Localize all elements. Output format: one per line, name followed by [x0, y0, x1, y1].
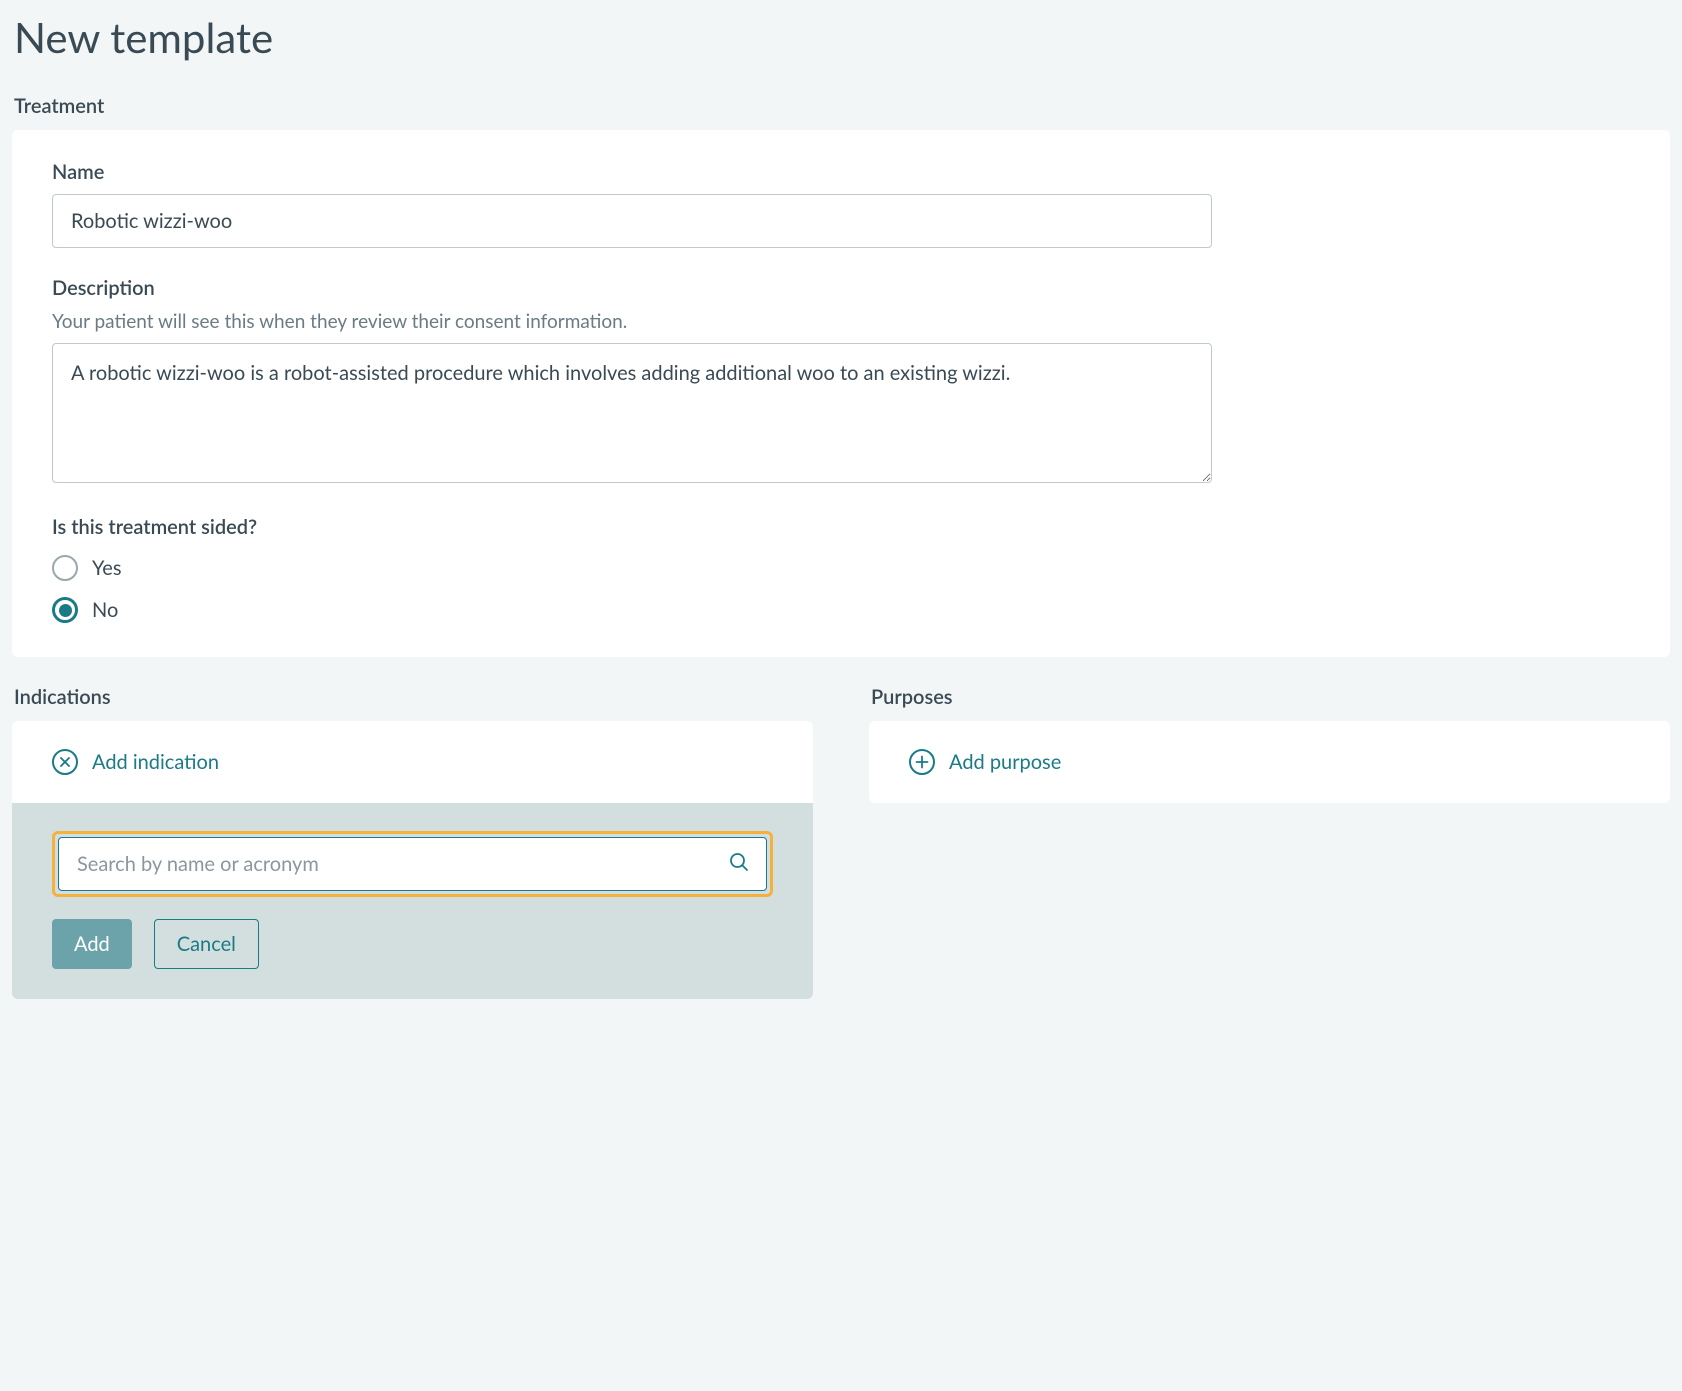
add-indication-link[interactable]: Add indication [52, 749, 219, 775]
sided-radio-no[interactable]: No [52, 597, 1630, 623]
name-label: Name [52, 160, 1630, 184]
purposes-column: Purposes Add purpose [869, 685, 1670, 803]
name-input[interactable] [52, 194, 1212, 248]
indications-section-label: Indications [14, 685, 813, 709]
add-indication-label: Add indication [92, 750, 219, 774]
cancel-button[interactable]: Cancel [154, 919, 259, 969]
description-field-group: Description Your patient will see this w… [52, 276, 1630, 487]
radio-label-yes: Yes [92, 556, 122, 580]
name-field-group: Name [52, 160, 1630, 248]
radio-label-no: No [92, 598, 118, 622]
indication-search-input[interactable] [59, 838, 766, 890]
add-button[interactable]: Add [52, 919, 132, 969]
purposes-section-label: Purposes [871, 685, 1670, 709]
description-textarea[interactable] [52, 343, 1212, 483]
treatment-card: Name Description Your patient will see t… [12, 130, 1670, 657]
sided-label: Is this treatment sided? [52, 515, 1630, 539]
add-purpose-link[interactable]: Add purpose [909, 749, 1061, 775]
add-purpose-label: Add purpose [949, 750, 1061, 774]
sided-radio-yes[interactable]: Yes [52, 555, 1630, 581]
description-label: Description [52, 276, 1630, 300]
radio-icon [52, 597, 78, 623]
radio-icon [52, 555, 78, 581]
page-title: New template [14, 12, 1670, 62]
sided-field-group: Is this treatment sided? Yes No [52, 515, 1630, 623]
search-focus-ring [52, 831, 773, 897]
indications-add-card: Add indication [12, 721, 813, 803]
indication-search-panel: Add Cancel [12, 803, 813, 999]
treatment-section-label: Treatment [14, 94, 1670, 118]
close-circle-icon [52, 749, 78, 775]
plus-circle-icon [909, 749, 935, 775]
description-hint: Your patient will see this when they rev… [52, 310, 1630, 333]
purposes-add-card: Add purpose [869, 721, 1670, 803]
indications-column: Indications Add indication Add [12, 685, 813, 999]
